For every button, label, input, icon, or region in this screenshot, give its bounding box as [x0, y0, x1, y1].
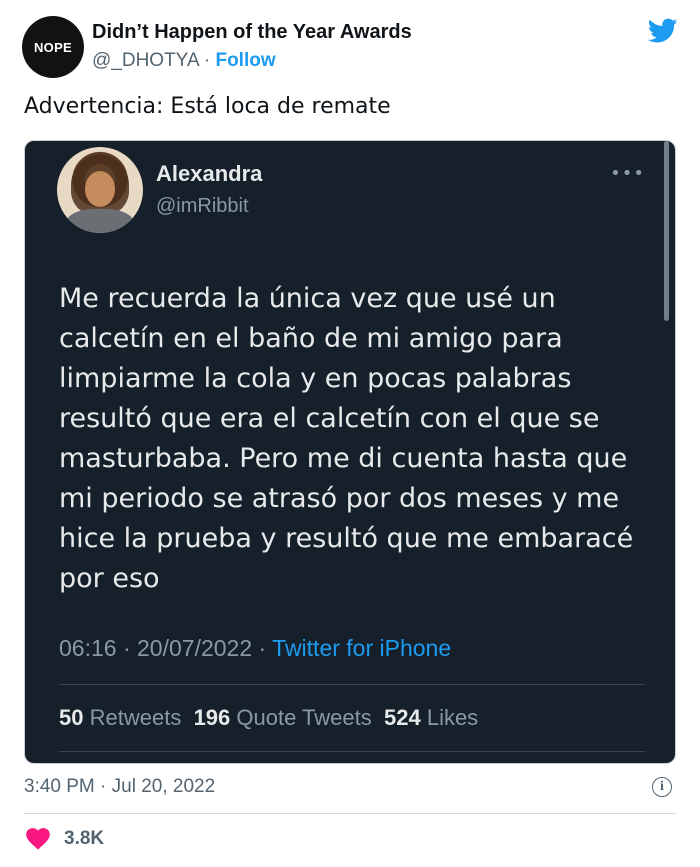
- likes-count: 3.8K: [64, 828, 105, 849]
- embedded-source: Twitter for iPhone: [272, 635, 452, 661]
- scrollbar: [664, 141, 669, 321]
- body-line: masturbaba. Pero me di cuenta hasta que: [59, 443, 628, 474]
- divider: [24, 813, 676, 814]
- handle-separator: ·: [198, 50, 216, 71]
- body-line: calcetín en el baño de mi amigo para: [59, 323, 563, 354]
- tweet-timestamp[interactable]: 3:40 PM · Jul 20, 2022: [24, 776, 215, 798]
- author-name[interactable]: Didn’t Happen of the Year Awards: [92, 21, 412, 44]
- avatar-label: NOPE: [33, 39, 73, 55]
- embedded-time: 06:16: [59, 635, 117, 661]
- retweets-label: Retweets: [89, 705, 182, 730]
- embedded-tweet-stats: 50 Retweets 196 Quote Tweets 524 Likes: [59, 705, 478, 731]
- likes-count: 524: [383, 705, 421, 730]
- embedded-tweet-image[interactable]: Alexandra @imRibbit ••• Me recuerda la ú…: [24, 140, 676, 764]
- meta-separator: ·: [116, 635, 138, 661]
- tweet-header: NOPE Didn’t Happen of the Year Awards @_…: [22, 16, 682, 80]
- body-line: resultó que era el calcetín con el que s…: [59, 403, 600, 434]
- embedded-tweet-meta: 06:16 · 20/07/2022 · Twitter for iPhone: [59, 635, 451, 662]
- body-line: mi periodo se atrasó por dos meses y me: [59, 483, 620, 514]
- divider: [59, 684, 645, 685]
- quote-tweets-label: Quote Tweets: [236, 705, 372, 730]
- body-line: hice la prueba y resultó que me embaracé: [59, 523, 634, 554]
- quote-tweets-count: 196: [193, 705, 231, 730]
- author-avatar[interactable]: NOPE: [22, 16, 84, 78]
- embedded-author-handle: @imRibbit: [156, 195, 249, 217]
- avatar-face: [85, 171, 115, 207]
- heart-icon: [26, 828, 50, 850]
- body-line: por eso: [59, 563, 160, 594]
- follow-button[interactable]: Follow: [215, 50, 275, 71]
- embedded-tweet-body: Me recuerda la única vez que usé un calc…: [59, 279, 651, 599]
- author-handle-line: @_DHOTYA · Follow: [92, 50, 276, 72]
- meta-separator: ·: [252, 635, 273, 661]
- like-button[interactable]: 3.8K: [26, 826, 104, 852]
- likes-label: Likes: [426, 705, 479, 730]
- author-handle[interactable]: @_DHOTYA: [92, 50, 199, 71]
- info-icon[interactable]: i: [652, 777, 672, 797]
- divider: [59, 751, 645, 752]
- embedded-date: 20/07/2022: [137, 635, 253, 661]
- twitter-bird-icon[interactable]: [648, 18, 678, 44]
- embedded-author-name: Alexandra: [156, 161, 263, 186]
- retweets-count: 50: [59, 705, 84, 730]
- more-options-icon: •••: [610, 163, 645, 184]
- tweet-text: Advertencia: Está loca de remate: [24, 94, 391, 119]
- embedded-author-avatar: [57, 147, 143, 233]
- avatar-shirt: [65, 209, 135, 233]
- body-line: Me recuerda la única vez que usé un: [59, 283, 556, 314]
- body-line: limpiarme la cola y en pocas palabras: [59, 363, 572, 394]
